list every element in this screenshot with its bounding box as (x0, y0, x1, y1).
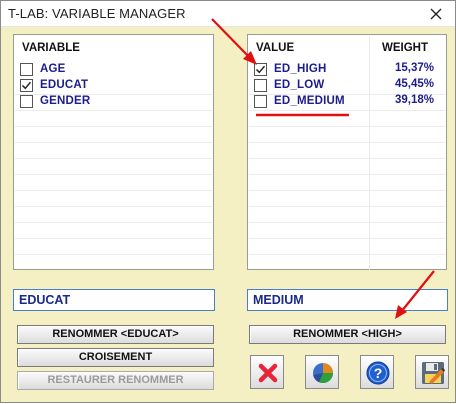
variable-checkbox-age[interactable] (20, 62, 33, 76)
help-button[interactable]: ? (360, 355, 394, 389)
delete-icon (258, 363, 278, 383)
value-label: ED_LOW (274, 79, 325, 91)
value-checkbox-ed-medium[interactable] (254, 94, 267, 108)
value-label: ED_HIGH (274, 63, 327, 75)
value-column-header: VALUE (256, 42, 295, 54)
variable-label: GENDER (40, 95, 91, 107)
variable-item-educat[interactable]: EDUCAT (20, 77, 88, 93)
value-item-ed-high[interactable]: ED_HIGH (254, 61, 327, 77)
chart-button[interactable] (305, 355, 339, 389)
rename-variable-button[interactable]: RENOMMER <EDUCAT> (17, 325, 214, 344)
value-weight: 45,45% (394, 78, 434, 90)
variable-manager-window: T-LAB: VARIABLE MANAGER VARIABLE AGE EDU… (0, 0, 456, 403)
restore-rename-button[interactable]: RESTAURER RENOMMER (17, 371, 214, 390)
variable-label: AGE (40, 63, 66, 75)
svg-text:?: ? (374, 365, 383, 381)
variable-item-age[interactable]: AGE (20, 61, 66, 77)
value-weight: 39,18% (394, 94, 434, 106)
variable-item-gender[interactable]: GENDER (20, 93, 90, 109)
variable-checkbox-educat[interactable] (20, 78, 33, 92)
value-item-ed-low[interactable]: ED_LOW (254, 77, 324, 93)
variable-column-header: VARIABLE (22, 42, 80, 54)
variable-label: EDUCAT (40, 79, 89, 91)
value-label: ED_MEDIUM (274, 95, 345, 107)
value-item-ed-medium[interactable]: ED_MEDIUM (254, 93, 345, 109)
pie-chart-icon (313, 363, 334, 384)
help-icon: ? (366, 361, 390, 385)
delete-button[interactable] (250, 355, 284, 389)
value-list[interactable]: VALUE WEIGHT ED_HIGH 15,37% ED_LOW 45,45… (247, 34, 447, 270)
value-checkbox-ed-high[interactable] (254, 62, 267, 76)
value-weight: 15,37% (394, 62, 434, 74)
save-button[interactable] (415, 355, 449, 389)
variable-name-field[interactable]: EDUCAT (13, 289, 215, 311)
rename-value-button[interactable]: RENOMMER <HIGH> (249, 325, 446, 344)
close-icon[interactable] (427, 5, 445, 23)
variable-list[interactable]: VARIABLE AGE EDUCAT GENDER (13, 34, 214, 270)
title-bar: T-LAB: VARIABLE MANAGER (1, 1, 455, 27)
variable-checkbox-gender[interactable] (20, 94, 33, 108)
value-name-field[interactable]: MEDIUM (247, 289, 448, 311)
save-icon (422, 362, 445, 384)
crossing-button[interactable]: CROISEMENT (17, 348, 214, 367)
window-title: T-LAB: VARIABLE MANAGER (8, 6, 186, 21)
weight-column-header: WEIGHT (382, 42, 428, 54)
value-checkbox-ed-low[interactable] (254, 78, 267, 92)
